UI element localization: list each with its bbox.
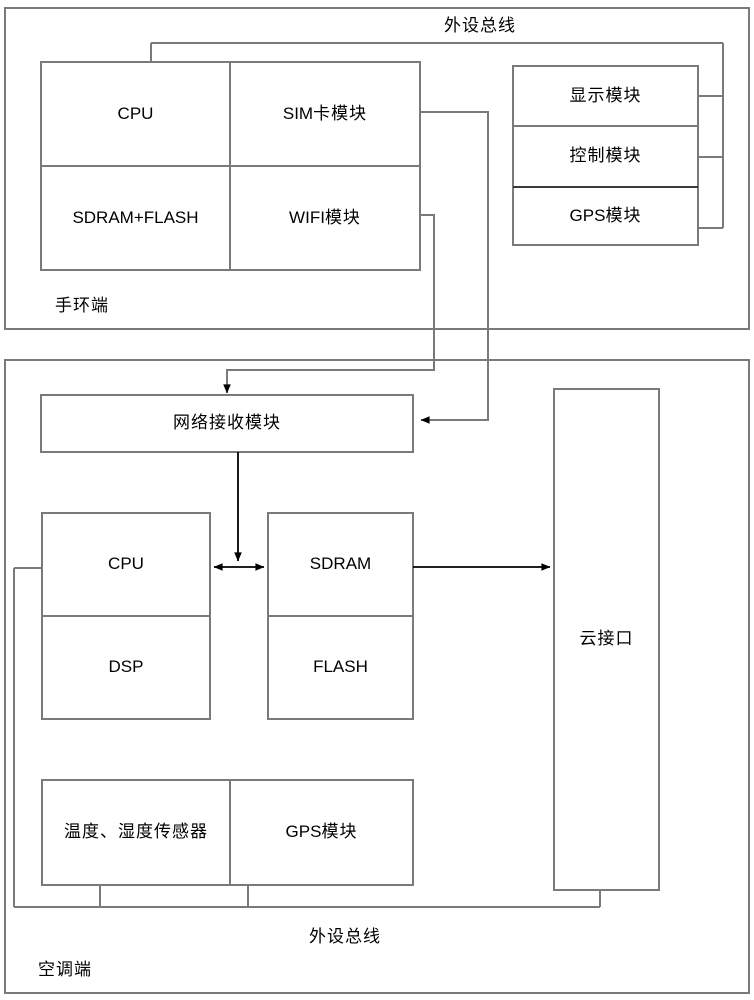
cloud-interface-border	[553, 388, 660, 891]
wristband-peripheral-stack-border	[512, 65, 699, 246]
link-sim-to-network	[420, 111, 489, 424]
panel-aircon-border	[4, 359, 750, 994]
diagram-lines-layer	[4, 7, 750, 994]
sensor-row-border	[41, 779, 414, 886]
diagram-canvas: 外设总线 CPU SIM 卡模块 SDRAM+FLASH WIFI 模块 显示模块 …	[0, 0, 754, 1000]
panel-wristband-border	[4, 7, 750, 330]
network-module-border	[40, 394, 414, 453]
link-wifi-to-network	[223, 214, 435, 394]
